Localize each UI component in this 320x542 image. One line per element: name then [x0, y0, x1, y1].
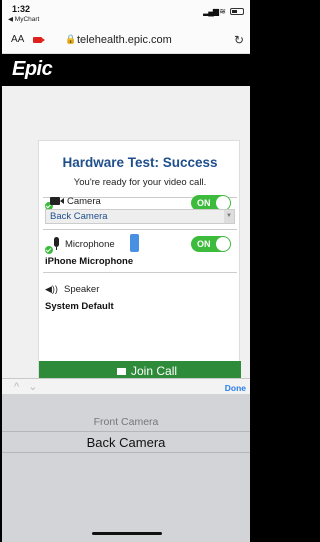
- microphone-check-icon: [45, 246, 53, 254]
- speaker-icon: ◀)): [45, 284, 58, 294]
- browser-address-bar: AA 🔒 telehealth.epic.com ↻: [2, 26, 250, 54]
- page-title: Hardware Test: Success: [62, 155, 218, 170]
- speaker-label: Speaker: [64, 284, 100, 295]
- picker-option-back-camera[interactable]: Back Camera: [2, 435, 250, 450]
- hardware-test-card: Hardware Test: Success You're ready for …: [38, 140, 241, 381]
- epic-logo: Epic: [12, 58, 53, 80]
- microphone-icon: [54, 237, 59, 250]
- toggle-knob: [216, 196, 230, 210]
- camera-icon: [50, 197, 64, 205]
- camera-recording-icon[interactable]: [33, 37, 45, 43]
- text-size-button[interactable]: AA: [11, 34, 24, 45]
- done-button[interactable]: Done: [225, 383, 246, 393]
- prev-next-arrows-icon[interactable]: ^ ⌄: [14, 380, 40, 393]
- signal-wifi-icon: ▂▄▆ ≋: [203, 7, 226, 16]
- page-subtitle: You're ready for your video call.: [73, 177, 207, 188]
- status-bar: 1:32 ◀ MyChart ▂▄▆ ≋: [2, 0, 250, 26]
- url-field[interactable]: telehealth.epic.com: [77, 34, 172, 46]
- chevron-down-icon: ▼: [224, 210, 234, 223]
- camera-picker-wheel[interactable]: Front Camera Back Camera: [2, 394, 250, 542]
- phone-screen: 1:32 ◀ MyChart ▂▄▆ ≋ AA 🔒 telehealth.epi…: [2, 0, 250, 542]
- divider: [43, 229, 237, 230]
- picker-option-front-camera[interactable]: Front Camera: [2, 416, 250, 428]
- site-header: Epic: [2, 54, 250, 86]
- microphone-level-meter: [130, 234, 139, 252]
- microphone-toggle-label: ON: [197, 239, 211, 249]
- microphone-label: Microphone: [65, 239, 115, 250]
- divider: [43, 272, 237, 273]
- microphone-toggle[interactable]: ON: [191, 236, 231, 252]
- reload-icon[interactable]: ↻: [234, 33, 244, 47]
- picker-selection-band: Back Camera: [2, 431, 250, 453]
- join-call-label: Join Call: [131, 364, 178, 378]
- status-time: 1:32: [12, 4, 31, 14]
- microphone-device: iPhone Microphone: [45, 256, 134, 267]
- video-camera-icon: [117, 368, 126, 375]
- lock-icon: 🔒: [65, 34, 77, 44]
- camera-select[interactable]: Back Camera ▼: [45, 209, 235, 224]
- camera-select-value: Back Camera: [50, 211, 108, 222]
- keyboard-accessory-bar: ^ ⌄ Done: [2, 378, 250, 394]
- camera-label: Camera: [67, 196, 101, 207]
- speaker-device: System Default: [45, 301, 114, 312]
- battery-icon: [230, 8, 244, 15]
- camera-toggle-label: ON: [197, 198, 211, 208]
- back-to-app-link[interactable]: ◀ MyChart: [8, 15, 39, 23]
- toggle-knob: [216, 237, 230, 251]
- home-indicator[interactable]: [92, 532, 162, 535]
